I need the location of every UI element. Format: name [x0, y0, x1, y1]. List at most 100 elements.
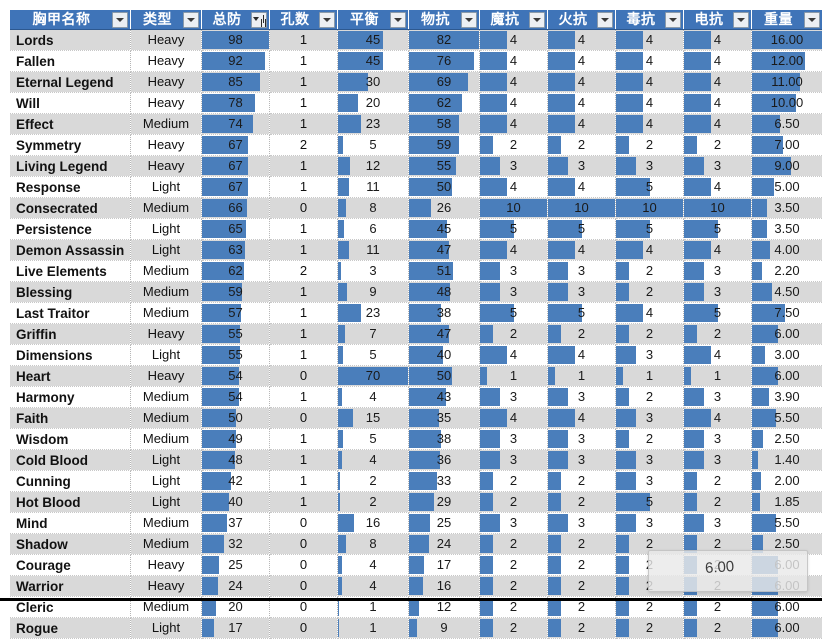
- cell-elec[interactable]: 5: [684, 219, 752, 240]
- cell-phys[interactable]: 17: [409, 555, 480, 576]
- cell-slots[interactable]: 1: [270, 303, 338, 324]
- cell-balance[interactable]: 30: [338, 72, 409, 93]
- cell-fire[interactable]: 2: [548, 597, 616, 618]
- cell-name[interactable]: Griffin: [10, 324, 131, 345]
- cell-balance[interactable]: 4: [338, 450, 409, 471]
- filter-dropdown-icon[interactable]: [183, 12, 199, 28]
- cell-magic[interactable]: 3: [480, 387, 548, 408]
- cell-balance[interactable]: 7: [338, 324, 409, 345]
- cell-fire[interactable]: 3: [548, 387, 616, 408]
- cell-phys[interactable]: 76: [409, 51, 480, 72]
- cell-type[interactable]: Light: [131, 345, 202, 366]
- cell-fire[interactable]: 3: [548, 450, 616, 471]
- table-row[interactable]: FallenHeavy9214576444412.00: [10, 51, 822, 72]
- column-header-slots[interactable]: 孔数: [270, 10, 338, 30]
- cell-magic[interactable]: 2: [480, 555, 548, 576]
- cell-elec[interactable]: 3: [684, 261, 752, 282]
- cell-magic[interactable]: 1: [480, 366, 548, 387]
- cell-magic[interactable]: 4: [480, 93, 548, 114]
- cell-phys[interactable]: 69: [409, 72, 480, 93]
- cell-magic[interactable]: 4: [480, 114, 548, 135]
- cell-magic[interactable]: 3: [480, 156, 548, 177]
- cell-magic[interactable]: 2: [480, 471, 548, 492]
- cell-magic[interactable]: 3: [480, 282, 548, 303]
- cell-weight[interactable]: 11.00: [752, 72, 822, 93]
- column-header-def[interactable]: 总防: [202, 10, 270, 30]
- cell-name[interactable]: Heart: [10, 366, 131, 387]
- cell-elec[interactable]: 4: [684, 93, 752, 114]
- cell-magic[interactable]: 2: [480, 618, 548, 639]
- cell-elec[interactable]: 2: [684, 492, 752, 513]
- cell-def[interactable]: 40: [202, 492, 270, 513]
- cell-elec[interactable]: 2: [684, 471, 752, 492]
- cell-weight[interactable]: 3.50: [752, 219, 822, 240]
- cell-poison[interactable]: 3: [616, 513, 684, 534]
- cell-name[interactable]: Wisdom: [10, 429, 131, 450]
- filter-dropdown-icon[interactable]: [733, 12, 749, 28]
- cell-slots[interactable]: 1: [270, 156, 338, 177]
- cell-slots[interactable]: 1: [270, 282, 338, 303]
- table-row[interactable]: ShadowMedium32082422222.50: [10, 534, 822, 555]
- cell-poison[interactable]: 5: [616, 492, 684, 513]
- cell-slots[interactable]: 1: [270, 450, 338, 471]
- cell-poison[interactable]: 10: [616, 198, 684, 219]
- cell-fire[interactable]: 4: [548, 51, 616, 72]
- cell-fire[interactable]: 2: [548, 618, 616, 639]
- filter-dropdown-icon[interactable]: [665, 12, 681, 28]
- column-header-elec[interactable]: 电抗: [684, 10, 752, 30]
- table-row[interactable]: Cold BloodLight48143633331.40: [10, 450, 822, 471]
- cell-slots[interactable]: 0: [270, 618, 338, 639]
- cell-weight[interactable]: 5.00: [752, 177, 822, 198]
- cell-type[interactable]: Medium: [131, 198, 202, 219]
- cell-magic[interactable]: 5: [480, 303, 548, 324]
- cell-def[interactable]: 49: [202, 429, 270, 450]
- cell-elec[interactable]: 4: [684, 72, 752, 93]
- cell-fire[interactable]: 2: [548, 471, 616, 492]
- cell-poison[interactable]: 4: [616, 93, 684, 114]
- cell-elec[interactable]: 4: [684, 345, 752, 366]
- cell-magic[interactable]: 4: [480, 345, 548, 366]
- column-header-magic[interactable]: 魔抗: [480, 10, 548, 30]
- cell-elec[interactable]: 4: [684, 30, 752, 51]
- table-row[interactable]: GriffinHeavy55174722226.00: [10, 324, 822, 345]
- cell-slots[interactable]: 0: [270, 513, 338, 534]
- cell-fire[interactable]: 1: [548, 366, 616, 387]
- cell-weight[interactable]: 2.20: [752, 261, 822, 282]
- cell-weight[interactable]: 6.00: [752, 366, 822, 387]
- cell-balance[interactable]: 15: [338, 408, 409, 429]
- cell-def[interactable]: 66: [202, 198, 270, 219]
- cell-name[interactable]: Live Elements: [10, 261, 131, 282]
- cell-name[interactable]: Symmetry: [10, 135, 131, 156]
- cell-balance[interactable]: 8: [338, 198, 409, 219]
- cell-weight[interactable]: 4.50: [752, 282, 822, 303]
- filter-dropdown-icon[interactable]: [804, 12, 820, 28]
- cell-elec[interactable]: 3: [684, 156, 752, 177]
- cell-elec[interactable]: 2: [684, 618, 752, 639]
- cell-fire[interactable]: 2: [548, 135, 616, 156]
- cell-phys[interactable]: 51: [409, 261, 480, 282]
- cell-type[interactable]: Heavy: [131, 156, 202, 177]
- cell-slots[interactable]: 2: [270, 135, 338, 156]
- cell-def[interactable]: 24: [202, 576, 270, 597]
- cell-magic[interactable]: 4: [480, 408, 548, 429]
- cell-phys[interactable]: 58: [409, 114, 480, 135]
- cell-phys[interactable]: 25: [409, 513, 480, 534]
- cell-elec[interactable]: 5: [684, 303, 752, 324]
- cell-poison[interactable]: 4: [616, 240, 684, 261]
- table-row[interactable]: DimensionsLight55154044343.00: [10, 345, 822, 366]
- cell-fire[interactable]: 4: [548, 30, 616, 51]
- cell-elec[interactable]: 4: [684, 51, 752, 72]
- cell-poison[interactable]: 2: [616, 555, 684, 576]
- cell-weight[interactable]: 1.85: [752, 492, 822, 513]
- cell-poison[interactable]: 4: [616, 30, 684, 51]
- cell-balance[interactable]: 1: [338, 597, 409, 618]
- cell-fire[interactable]: 3: [548, 429, 616, 450]
- cell-fire[interactable]: 4: [548, 114, 616, 135]
- cell-type[interactable]: Medium: [131, 534, 202, 555]
- cell-fire[interactable]: 3: [548, 282, 616, 303]
- cell-fire[interactable]: 4: [548, 72, 616, 93]
- cell-magic[interactable]: 4: [480, 30, 548, 51]
- cell-slots[interactable]: 1: [270, 114, 338, 135]
- cell-elec[interactable]: 2: [684, 597, 752, 618]
- cell-def[interactable]: 63: [202, 240, 270, 261]
